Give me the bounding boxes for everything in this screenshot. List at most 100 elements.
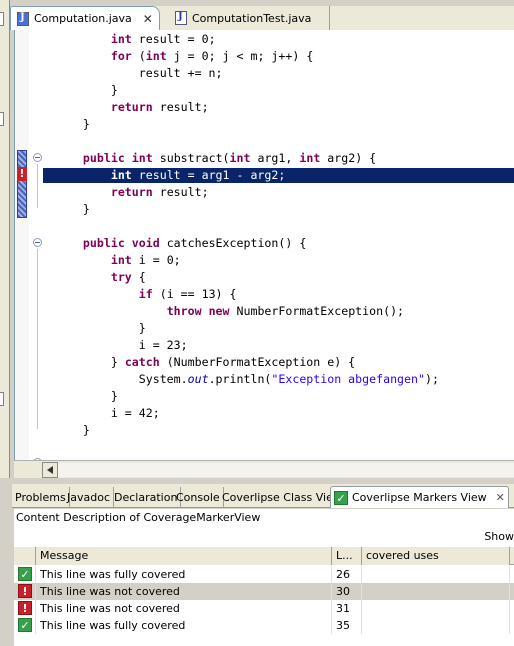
code-line[interactable]: return result; (55, 99, 439, 116)
view-edge-handle[interactable] (0, 392, 4, 406)
code-line-selected[interactable]: int result = arg1 - arg2; (55, 167, 439, 184)
keyword-token: for (110, 49, 132, 63)
code-area[interactable]: int result = 0; for (int j = 0; j < m; j… (55, 31, 439, 439)
coverage-markers-table[interactable]: Message L... covered uses ✓ This line was… (14, 547, 514, 646)
keyword-token: public (82, 151, 125, 165)
code-line[interactable]: public void catchesException() { (55, 235, 439, 252)
status-cell: ✓ (14, 617, 36, 634)
editor-tab-bar: Computation.java ✕ ComputationTest.java (10, 6, 514, 30)
keyword-token: new (208, 304, 230, 318)
code-line[interactable]: } (55, 320, 439, 337)
tab-declaration[interactable]: Declaration (111, 487, 182, 508)
column-header-message[interactable]: Message (36, 547, 332, 565)
error-icon: ! (18, 601, 32, 615)
code-line[interactable]: int i = 0; (55, 252, 439, 269)
coverage-range-marker[interactable] (17, 150, 27, 218)
tab-javadoc[interactable]: Javadoc (64, 487, 114, 508)
line-cell: 31 (332, 600, 362, 617)
code-line[interactable]: } (55, 201, 439, 218)
code-line[interactable]: int result = 0; (55, 31, 439, 48)
tab-coverlipse-class-view[interactable]: Coverlipse Class View (219, 487, 346, 508)
code-line[interactable]: System.out.println("Exception abgefangen… (55, 371, 439, 388)
show-menu[interactable]: Show (484, 530, 514, 543)
code-token: System. (55, 372, 188, 386)
tab-console[interactable]: Console (173, 487, 224, 508)
scroll-left-icon[interactable] (42, 462, 58, 478)
code-token: } (55, 202, 90, 216)
code-token: } (55, 355, 125, 369)
code-token: NumberFormatException(); (229, 304, 405, 318)
left-view-strip (0, 0, 10, 482)
tab-computation-java[interactable]: Computation.java ✕ (10, 6, 160, 30)
code-line[interactable] (55, 218, 439, 235)
horizontal-scrollbar[interactable] (14, 460, 514, 478)
line-cell: 30 (332, 583, 362, 600)
column-header-line[interactable]: L... (332, 547, 362, 565)
tab-problems[interactable]: Problems (12, 487, 70, 508)
view-edge-handle[interactable] (0, 12, 4, 26)
code-token: substract( (152, 151, 230, 165)
table-row[interactable]: ✓ This line was fully covered 26 (14, 566, 514, 583)
column-header-covered-uses[interactable]: covered uses (362, 547, 510, 565)
code-line[interactable]: result += n; (55, 65, 439, 82)
table-row[interactable]: ! This line was not covered 30 (14, 583, 514, 600)
tab-computationtest-java[interactable]: ComputationTest.java (165, 6, 330, 30)
table-row[interactable]: ! This line was not covered 31 (14, 600, 514, 617)
code-token: i = 23; (55, 338, 188, 352)
keyword-token: int (229, 151, 251, 165)
keyword-token: catch (124, 355, 160, 369)
code-line[interactable]: } (55, 116, 439, 133)
tab-coverlipse-markers-view[interactable]: ✓ Coverlipse Markers View ✕ (330, 486, 509, 508)
code-line[interactable]: public int substract(int arg1, int arg2)… (55, 150, 439, 167)
code-line[interactable]: } (55, 388, 439, 405)
code-line[interactable]: } (55, 82, 439, 99)
code-token: } (55, 83, 118, 97)
tab-label: ComputationTest.java (192, 11, 312, 25)
check-icon: ✓ (334, 490, 348, 505)
close-icon[interactable]: ✕ (496, 487, 505, 508)
code-token: } (55, 117, 90, 131)
keyword-token: return (110, 185, 153, 199)
java-editor[interactable]: ! int result = 0; for (int j = 0; j < m;… (14, 30, 514, 460)
fold-collapse-icon[interactable] (33, 238, 42, 247)
error-marker-icon[interactable]: ! (17, 167, 27, 181)
message-cell: This line was fully covered (36, 566, 332, 583)
keyword-token: int (131, 151, 153, 165)
code-line[interactable]: i = 23; (55, 337, 439, 354)
code-line[interactable]: throw new NumberFormatException(); (55, 303, 439, 320)
keyword-token: int (110, 253, 132, 267)
scrollbar-track[interactable] (58, 463, 514, 477)
code-line[interactable]: } (55, 422, 439, 439)
close-icon[interactable]: ✕ (143, 12, 153, 26)
java-file-icon (17, 11, 29, 26)
code-line[interactable]: if (i == 13) { (55, 286, 439, 303)
code-token: .println( (208, 372, 272, 386)
code-line[interactable]: try { (55, 269, 439, 286)
check-icon: ✓ (18, 567, 32, 581)
code-token: result += n; (55, 66, 223, 80)
code-token: ); (424, 372, 439, 386)
code-line[interactable]: for (int j = 0; j < m; j++) { (55, 48, 439, 65)
tab-label: Computation.java (34, 12, 132, 25)
line-cell: 35 (332, 617, 362, 634)
code-line[interactable]: return result; (55, 184, 439, 201)
code-token: (i == 13) { (152, 287, 237, 301)
view-edge-handle[interactable] (0, 112, 4, 126)
message-cell: This line was not covered (36, 583, 332, 600)
content-description: Content Description of CoverageMarkerVie… (14, 509, 514, 527)
keyword-token: return (110, 100, 153, 114)
code-line[interactable]: i = 42; (55, 405, 439, 422)
code-line[interactable]: } catch (NumberFormatException e) { (55, 354, 439, 371)
column-header-status[interactable] (14, 547, 36, 565)
fold-collapse-icon[interactable] (33, 153, 42, 162)
code-line[interactable] (55, 133, 439, 150)
table-row[interactable]: ✓ This line was fully covered 35 (14, 617, 514, 634)
